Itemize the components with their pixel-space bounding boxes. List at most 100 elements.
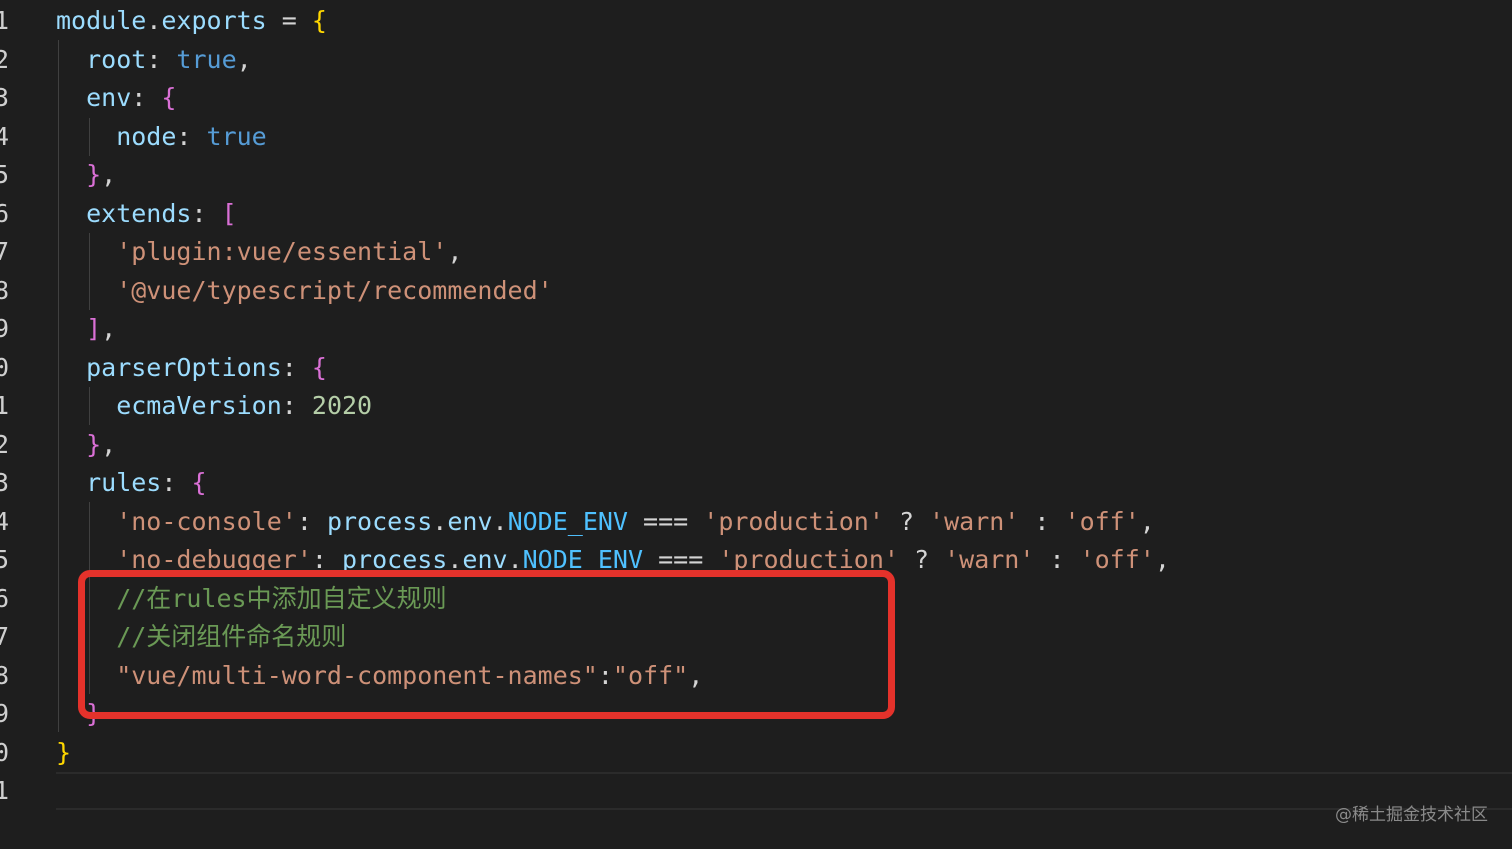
code-token: [ — [221, 198, 237, 228]
code-line[interactable]: 2 }, — [0, 426, 1512, 465]
code-token: } — [56, 429, 102, 459]
code-token: , — [101, 314, 117, 343]
code-line[interactable]: 4 node: true — [0, 118, 1512, 157]
code-token: 'warn' — [944, 545, 1035, 574]
line-number: 5 — [0, 160, 10, 189]
code-line[interactable]: 0 parserOptions: { — [0, 349, 1512, 388]
code-token: } — [56, 737, 72, 767]
code-token: 'off' — [1079, 545, 1155, 574]
line-number: 4 — [0, 121, 10, 151]
code-token: { — [311, 6, 327, 35]
line-number: 2 — [0, 44, 10, 74]
code-line[interactable]: 8 '@vue/typescript/recommended' — [0, 272, 1512, 311]
code-token: 'no-console' — [56, 506, 297, 536]
code-line[interactable]: 0} — [0, 734, 1512, 773]
code-token: : — [1034, 545, 1080, 574]
code-token: { — [191, 468, 207, 497]
code-line[interactable]: 6 extends: [ — [0, 195, 1512, 234]
code-token: '@vue/typescript/recommended' — [56, 275, 553, 305]
code-line[interactable]: 1 ecmaVersion: 2020 — [0, 387, 1512, 426]
code-token: { — [161, 83, 177, 112]
code-token: 2020 — [311, 391, 373, 420]
code-token: : — [1019, 506, 1065, 536]
code-token: rules — [56, 468, 162, 497]
code-token: env — [56, 83, 132, 112]
code-token: module — [56, 6, 147, 35]
line-number: 5 — [0, 545, 10, 574]
code-text: node: true — [56, 118, 267, 157]
code-line[interactable]: 4 'no-console': process.env.NODE_ENV ===… — [0, 503, 1512, 542]
code-text: ecmaVersion: 2020 — [56, 387, 372, 426]
code-text: ], — [56, 310, 116, 349]
code-token: true — [176, 44, 237, 74]
code-token: , — [1154, 545, 1170, 574]
code-text: 'no-console': process.env.NODE_ENV === '… — [56, 503, 1155, 542]
code-line[interactable]: 3 env: { — [0, 79, 1512, 118]
code-line[interactable]: 9 ], — [0, 310, 1512, 349]
code-text: 'plugin:vue/essential', — [56, 233, 462, 272]
code-line[interactable]: 1 — [0, 772, 1512, 811]
line-number: 7 — [0, 237, 10, 266]
code-text: root: true, — [56, 41, 252, 80]
code-text: env: { — [56, 79, 176, 118]
code-token: 'off' — [1064, 506, 1140, 536]
code-token: === — [628, 506, 704, 536]
code-line[interactable]: 1 module.exports = { — [0, 2, 1512, 41]
code-token: env — [447, 506, 493, 536]
code-token: . — [146, 6, 162, 35]
line-number: 9 — [0, 314, 10, 343]
code-line[interactable]: 3 rules: { — [0, 464, 1512, 503]
code-token: : — [191, 198, 222, 228]
code-token: { — [311, 352, 327, 382]
code-token: parserOptions — [56, 352, 282, 382]
code-line[interactable]: 5 }, — [0, 156, 1512, 195]
line-number: 8 — [0, 660, 10, 690]
code-token: true — [206, 121, 267, 151]
code-text: '@vue/typescript/recommended' — [56, 272, 553, 311]
line-number: 9 — [0, 699, 10, 728]
watermark: @稀土掘金技术社区 — [1335, 805, 1488, 825]
code-token: : — [161, 468, 192, 497]
line-number: 0 — [0, 352, 10, 382]
code-line[interactable]: 7 'plugin:vue/essential', — [0, 233, 1512, 272]
line-number: 2 — [0, 429, 10, 459]
code-token: = — [266, 6, 312, 35]
line-number: 1 — [0, 6, 10, 35]
line-number: 3 — [0, 83, 10, 112]
code-token: , — [101, 160, 117, 189]
code-text: } — [56, 734, 71, 773]
code-token: 'warn' — [929, 506, 1020, 536]
code-token: , — [236, 44, 252, 74]
code-text: module.exports = { — [56, 2, 327, 41]
code-token: , — [101, 429, 117, 459]
code-line[interactable]: 2 root: true, — [0, 41, 1512, 80]
line-number: 1 — [0, 391, 10, 420]
code-token: : — [131, 83, 162, 112]
code-token: : — [281, 391, 312, 420]
code-token: NODE_ENV — [507, 506, 628, 536]
code-text: parserOptions: { — [56, 349, 327, 388]
code-token: : — [281, 352, 312, 382]
line-number: 3 — [0, 468, 10, 497]
line-number: 4 — [0, 506, 10, 536]
line-number: 0 — [0, 737, 10, 767]
code-token: 'production' — [703, 506, 884, 536]
line-number: 8 — [0, 275, 10, 305]
code-token: ? — [883, 506, 930, 536]
code-token: 'plugin:vue/essential' — [56, 237, 448, 266]
code-token: } — [56, 160, 102, 189]
line-number: 1 — [0, 776, 10, 805]
code-token: ] — [56, 314, 102, 343]
code-token: : — [146, 44, 177, 74]
code-token: process — [326, 506, 433, 536]
line-number: 6 — [0, 583, 10, 613]
code-token: , — [1139, 506, 1155, 536]
code-text: }, — [56, 156, 116, 195]
code-token: ecmaVersion — [56, 391, 282, 420]
code-token: , — [447, 237, 463, 266]
code-token: exports — [161, 6, 267, 35]
code-token: node — [56, 121, 177, 151]
code-token: : — [296, 506, 327, 536]
code-editor[interactable]: 1 module.exports = {2 root: true, 3 env: {… — [0, 0, 1512, 849]
code-token: extends — [56, 198, 192, 228]
